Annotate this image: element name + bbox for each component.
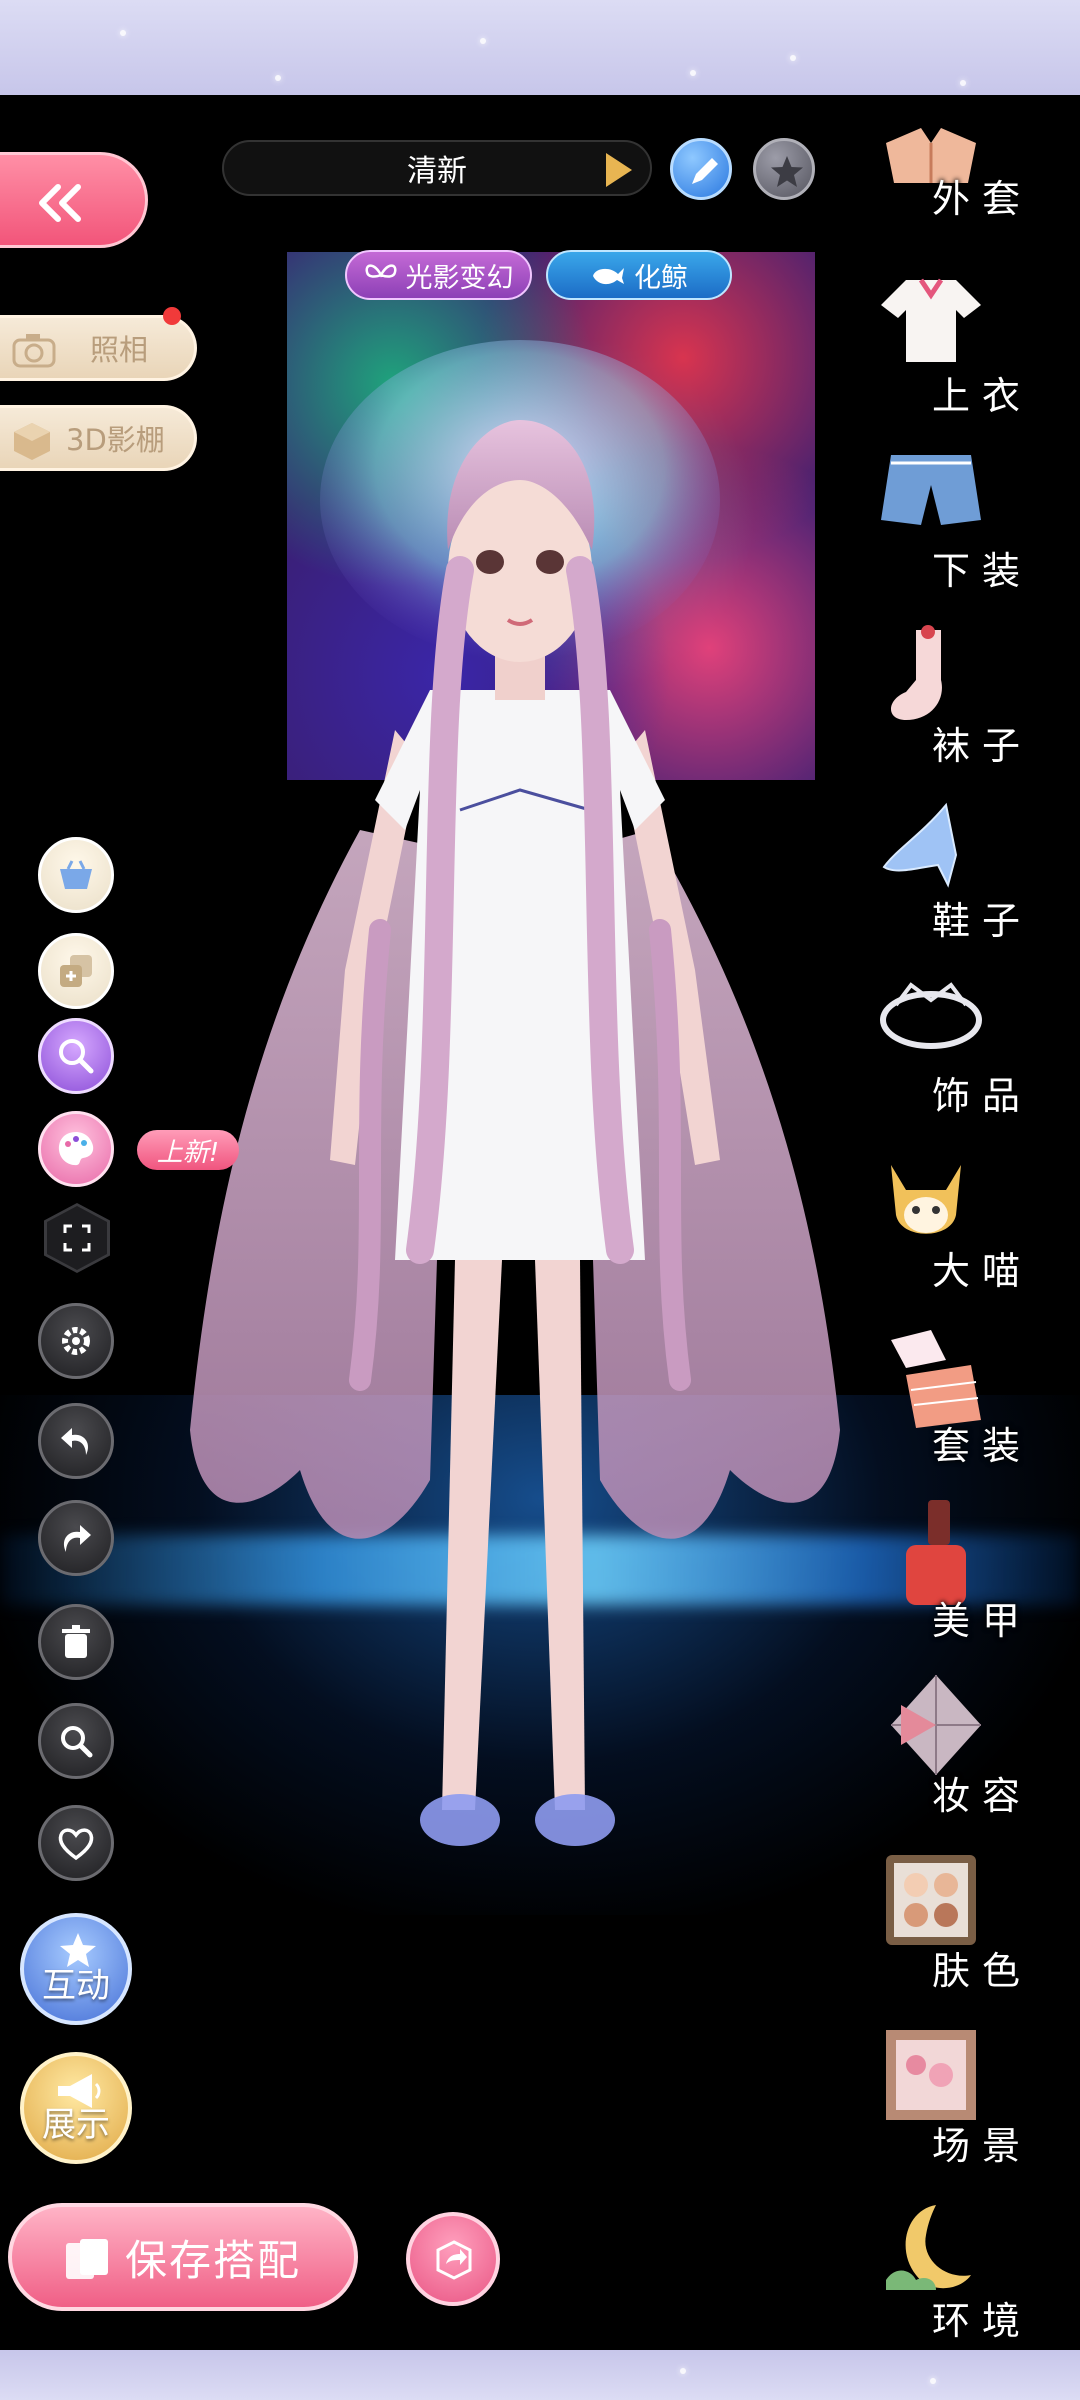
rename-button[interactable] xyxy=(670,138,732,200)
category-scene[interactable]: 场景 xyxy=(860,2012,1060,2182)
search-match-button[interactable] xyxy=(38,1018,114,1094)
whale-icon xyxy=(593,268,624,285)
tiara-icon xyxy=(880,982,982,1049)
delete-button[interactable] xyxy=(38,1604,114,1680)
back-button[interactable] xyxy=(0,152,148,248)
outfit-name-bar[interactable]: 清新 xyxy=(222,140,652,196)
save-outfit-button[interactable]: 保存搭配 xyxy=(8,2203,358,2311)
category-shoes[interactable]: 鞋子 xyxy=(860,787,1060,957)
category-nails[interactable]: 美甲 xyxy=(860,1487,1060,1657)
notification-dot xyxy=(163,307,181,325)
undo-arrow-icon xyxy=(61,1428,89,1455)
butterfly-icon xyxy=(364,264,397,278)
share-icon xyxy=(436,2240,472,2280)
scene-frame-icon xyxy=(886,2030,976,2120)
heart-icon xyxy=(58,1828,94,1861)
category-top[interactable]: 上衣 xyxy=(860,262,1060,432)
double-chevron-left-icon xyxy=(39,184,81,222)
category-bottoms[interactable]: 下装 xyxy=(860,437,1060,607)
layers-add-icon xyxy=(60,955,92,987)
star-icon xyxy=(771,156,803,187)
whale-effect-button[interactable]: 化鲸 xyxy=(546,250,732,300)
megaphone-icon xyxy=(58,2074,101,2108)
moon-environment-icon xyxy=(886,2205,971,2290)
photo-button[interactable]: 照相 xyxy=(0,315,197,381)
save-outfit-label: 保存搭配 xyxy=(124,2235,301,2285)
redo-arrow-icon xyxy=(63,1525,91,1552)
settings-button[interactable] xyxy=(38,1303,114,1379)
document-icon xyxy=(66,2239,108,2279)
skin-palette-icon xyxy=(886,1855,976,1945)
zoom-button[interactable] xyxy=(38,1703,114,1779)
light-effect-button[interactable]: 光影变幻 xyxy=(345,250,532,300)
whale-effect-label: 化鲸 xyxy=(634,262,688,294)
category-socks[interactable]: 袜子 xyxy=(860,612,1060,782)
share-button[interactable] xyxy=(406,2212,500,2306)
category-label: 套装 xyxy=(931,1424,1032,1468)
trash-icon xyxy=(62,1625,90,1658)
photo-label: 照相 xyxy=(90,333,149,367)
new-badge: 上新! xyxy=(137,1130,239,1170)
palette-icon xyxy=(58,1132,94,1166)
top-icon xyxy=(881,278,981,362)
pencil-icon xyxy=(692,158,718,184)
like-button[interactable] xyxy=(38,1805,114,1881)
bottom-bar xyxy=(0,2350,1080,2400)
light-effect-label: 光影变幻 xyxy=(405,262,514,294)
top-status-bar xyxy=(0,0,1080,95)
dye-palette-button[interactable] xyxy=(38,1111,114,1187)
category-label: 袜子 xyxy=(931,724,1032,768)
category-pet-cat[interactable]: 大喵 xyxy=(860,1137,1060,1307)
basket-icon xyxy=(60,860,92,889)
chevron-right-icon xyxy=(606,153,632,187)
wardrobe-tool-button[interactable] xyxy=(38,837,114,913)
redo-button[interactable] xyxy=(38,1500,114,1576)
category-label: 大喵 xyxy=(931,1249,1032,1293)
copy-tool-button[interactable] xyxy=(38,933,114,1009)
shoe-icon xyxy=(882,802,958,888)
category-label: 外套 xyxy=(931,177,1032,221)
category-makeup[interactable]: 妆容 xyxy=(860,1662,1060,1832)
gear-icon xyxy=(62,1327,90,1355)
category-label: 美甲 xyxy=(931,1599,1032,1643)
category-label: 妆容 xyxy=(931,1774,1032,1818)
category-label: 饰品 xyxy=(931,1074,1032,1118)
camera-icon xyxy=(12,334,56,368)
interact-button[interactable]: 互动 xyxy=(20,1913,132,2025)
3d-studio-label: 3D影棚 xyxy=(66,423,165,457)
category-coat[interactable]: 外套 xyxy=(860,115,1060,235)
outfit-name: 清新 xyxy=(407,154,467,189)
character-model[interactable] xyxy=(130,330,890,1950)
category-skin-tone[interactable]: 肤色 xyxy=(860,1837,1060,2007)
star-badge-icon xyxy=(60,1933,96,1967)
magnify-search-icon xyxy=(59,1039,94,1074)
favorite-button[interactable] xyxy=(753,138,815,200)
sock-icon xyxy=(891,625,942,720)
category-label: 下装 xyxy=(931,549,1032,593)
category-label: 肤色 xyxy=(931,1949,1032,1993)
category-label: 鞋子 xyxy=(931,899,1032,943)
3d-studio-button[interactable]: 3D影棚 xyxy=(0,405,197,471)
category-environment[interactable]: 环境 xyxy=(860,2187,1060,2357)
cube-icon xyxy=(14,423,50,460)
makeup-icon xyxy=(891,1675,981,1775)
category-label: 场景 xyxy=(931,2124,1032,2168)
outfit-set-icon xyxy=(891,1330,981,1428)
category-outfit-set[interactable]: 套装 xyxy=(860,1312,1060,1482)
category-label: 上衣 xyxy=(931,374,1032,418)
search-icon xyxy=(61,1726,93,1758)
show-button[interactable]: 展示 xyxy=(20,2052,132,2164)
category-accessories[interactable]: 饰品 xyxy=(860,962,1060,1132)
undo-button[interactable] xyxy=(38,1403,114,1479)
cat-icon xyxy=(891,1165,961,1234)
fullscreen-icon xyxy=(63,1224,91,1252)
shorts-icon xyxy=(881,455,981,525)
category-label: 环境 xyxy=(931,2299,1032,2343)
